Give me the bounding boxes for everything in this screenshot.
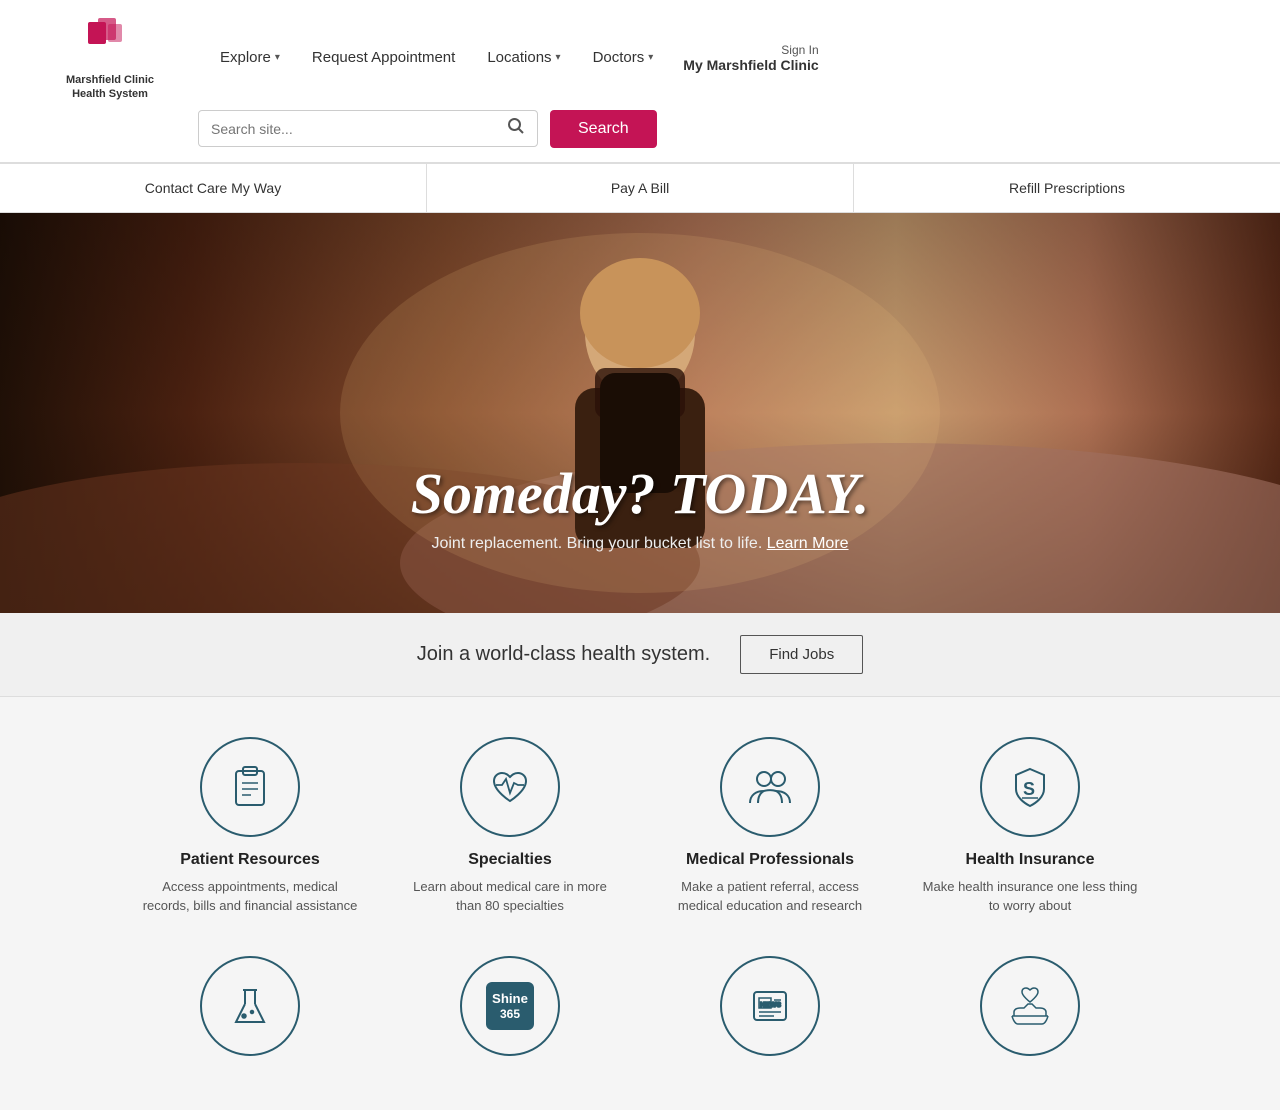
giving-icon-circle xyxy=(980,956,1080,1056)
svg-text:NEWS: NEWS xyxy=(760,1002,781,1009)
hiring-bar: Join a world-class health system. Find J… xyxy=(0,613,1280,696)
nav-doctors[interactable]: Doctors ▾ xyxy=(593,49,654,66)
patient-resources-title: Patient Resources xyxy=(180,851,320,869)
find-jobs-button[interactable]: Find Jobs xyxy=(740,635,863,674)
nav-request-appointment[interactable]: Request Appointment xyxy=(312,49,455,66)
shine365-icon-circle: Shine 365 xyxy=(460,956,560,1056)
card-medical-professionals[interactable]: Medical Professionals Make a patient ref… xyxy=(660,737,880,916)
search-input-wrap xyxy=(198,110,538,147)
research-icon-circle xyxy=(200,956,300,1056)
svg-text:Shine: Shine xyxy=(492,991,528,1006)
svg-text:365: 365 xyxy=(500,1007,520,1021)
health-insurance-icon-circle: S xyxy=(980,737,1080,837)
patient-resources-icon-circle xyxy=(200,737,300,837)
locations-chevron-icon: ▾ xyxy=(556,52,561,63)
main-nav: Explore ▾ Request Appointment Locations … xyxy=(220,49,653,66)
medical-professionals-title: Medical Professionals xyxy=(686,851,854,869)
nav-locations[interactable]: Locations ▾ xyxy=(487,49,560,66)
logo-icon xyxy=(83,14,138,69)
hero-headline: Someday? TODAY. xyxy=(0,460,1280,527)
newspaper-icon: NEWS xyxy=(746,982,794,1030)
hero-subtext: Joint replacement. Bring your bucket lis… xyxy=(0,535,1280,553)
flask-icon xyxy=(226,982,274,1030)
cards-section: Patient Resources Access appointments, m… xyxy=(0,696,1280,1110)
utility-contact-care[interactable]: Contact Care My Way xyxy=(0,164,427,212)
utility-refill-prescriptions[interactable]: Refill Prescriptions xyxy=(854,164,1280,212)
card-giving[interactable] xyxy=(920,956,1140,1070)
health-insurance-desc: Make health insurance one less thing to … xyxy=(920,877,1140,916)
card-specialties[interactable]: Specialties Learn about medical care in … xyxy=(400,737,620,916)
hero-learn-more-link[interactable]: Learn More xyxy=(767,535,849,552)
specialties-desc: Learn about medical care in more than 80… xyxy=(400,877,620,916)
sign-in-label: Sign In xyxy=(781,43,818,57)
hands-heart-icon xyxy=(1006,982,1054,1030)
logo[interactable]: Marshfield Clinic Health System xyxy=(30,14,190,102)
news-icon-circle: NEWS xyxy=(720,956,820,1056)
logo-text: Marshfield Clinic Health System xyxy=(66,73,154,102)
card-shine365[interactable]: Shine 365 xyxy=(400,956,620,1070)
health-insurance-title: Health Insurance xyxy=(966,851,1095,869)
shine365-logo: Shine 365 xyxy=(480,976,540,1036)
hiring-text: Join a world-class health system. xyxy=(417,643,710,666)
nav-explore[interactable]: Explore ▾ xyxy=(220,49,280,66)
card-health-insurance[interactable]: S Health Insurance Make health insurance… xyxy=(920,737,1140,916)
patient-resources-desc: Access appointments, medical records, bi… xyxy=(140,877,360,916)
card-news[interactable]: NEWS xyxy=(660,956,880,1070)
heart-pulse-icon xyxy=(486,763,534,811)
header-row2: Search xyxy=(0,102,1280,162)
specialties-title: Specialties xyxy=(468,851,552,869)
card-patient-resources[interactable]: Patient Resources Access appointments, m… xyxy=(140,737,360,916)
my-clinic-label: My Marshfield Clinic xyxy=(683,57,818,73)
header: Marshfield Clinic Health System Explore … xyxy=(0,0,1280,163)
hero-section: Someday? TODAY. Joint replacement. Bring… xyxy=(0,213,1280,613)
doctors-chevron-icon: ▾ xyxy=(648,52,653,63)
search-input[interactable] xyxy=(211,121,507,137)
people-icon xyxy=(746,763,794,811)
medical-professionals-icon-circle xyxy=(720,737,820,837)
utility-bar: Contact Care My Way Pay A Bill Refill Pr… xyxy=(0,163,1280,213)
cards-row-1: Patient Resources Access appointments, m… xyxy=(30,737,1250,916)
card-research[interactable] xyxy=(140,956,360,1070)
shield-s-icon: S xyxy=(1006,763,1054,811)
utility-pay-bill[interactable]: Pay A Bill xyxy=(427,164,854,212)
hero-overlay: Someday? TODAY. Joint replacement. Bring… xyxy=(0,460,1280,553)
specialties-icon-circle xyxy=(460,737,560,837)
explore-chevron-icon: ▾ xyxy=(275,52,280,63)
search-icon[interactable] xyxy=(507,117,525,140)
svg-text:S: S xyxy=(1023,779,1035,799)
sign-in-area[interactable]: Sign In My Marshfield Clinic xyxy=(683,43,818,73)
medical-professionals-desc: Make a patient referral, access medical … xyxy=(660,877,880,916)
header-row1: Marshfield Clinic Health System Explore … xyxy=(0,0,1280,102)
cards-row-2: Shine 365 NEWS xyxy=(30,956,1250,1070)
search-button[interactable]: Search xyxy=(550,110,657,148)
hero-background xyxy=(0,213,1280,613)
clipboard-icon xyxy=(226,763,274,811)
